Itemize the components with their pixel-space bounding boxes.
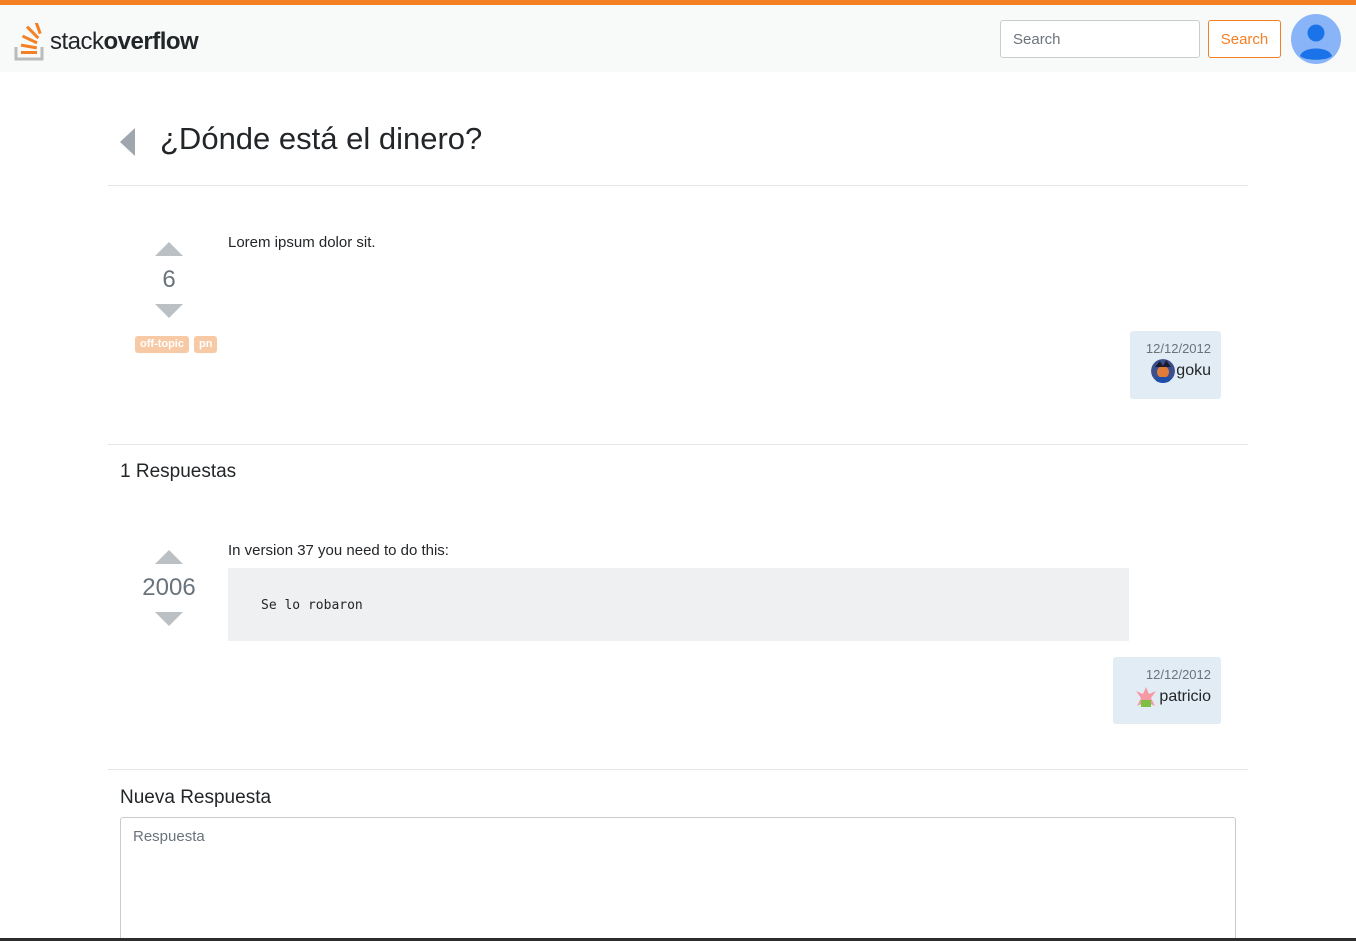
stack-logo-icon [14, 23, 44, 61]
post-date: 12/12/2012 [1145, 667, 1211, 682]
tag-off-topic[interactable]: off-topic [135, 336, 189, 353]
author-name[interactable]: goku [1176, 362, 1211, 380]
search-input[interactable] [1000, 20, 1200, 58]
question-body: Lorem ipsum dolor sit. [228, 234, 376, 251]
question-author-card: 12/12/2012 goku [1130, 331, 1221, 399]
answer-vote-count: 2006 [142, 574, 196, 601]
back-arrow-icon[interactable] [120, 128, 135, 156]
search-button[interactable]: Search [1208, 20, 1281, 58]
answers-heading: 1 Respuestas [120, 461, 237, 482]
answer-code-block: Se lo robaron [228, 568, 1129, 641]
divider [108, 185, 1248, 186]
answer-textarea[interactable] [120, 817, 1236, 941]
top-bar: stackoverflow Search [0, 0, 1356, 72]
answer-author-card: 12/12/2012 patricio [1113, 657, 1221, 724]
downvote-arrow-icon[interactable] [155, 612, 183, 626]
question-tags: off-topic pn [135, 336, 218, 353]
code-text: Se lo robaron [261, 598, 363, 613]
divider [108, 444, 1248, 445]
logo-text: stackoverflow [50, 28, 199, 55]
answer-body: In version 37 you need to do this: [228, 542, 449, 559]
goku-avatar-icon [1151, 359, 1176, 383]
question-vote-count: 6 [162, 266, 176, 293]
post-date: 12/12/2012 [1145, 341, 1211, 356]
new-answer-heading: Nueva Respuesta [120, 787, 272, 808]
upvote-arrow-icon[interactable] [155, 242, 183, 256]
author-name[interactable]: patricio [1159, 688, 1211, 706]
answer-vote-control: 2006 [134, 550, 204, 626]
user-avatar-icon[interactable] [1291, 14, 1341, 64]
upvote-arrow-icon[interactable] [155, 550, 183, 564]
question-title: ¿Dónde está el dinero? [160, 121, 483, 156]
patricio-avatar-icon [1136, 687, 1157, 707]
downvote-arrow-icon[interactable] [155, 304, 183, 318]
stackoverflow-logo[interactable]: stackoverflow [14, 20, 199, 64]
tag-pn[interactable]: pn [193, 336, 218, 353]
divider [108, 769, 1248, 770]
question-vote-control: 6 [134, 242, 204, 318]
